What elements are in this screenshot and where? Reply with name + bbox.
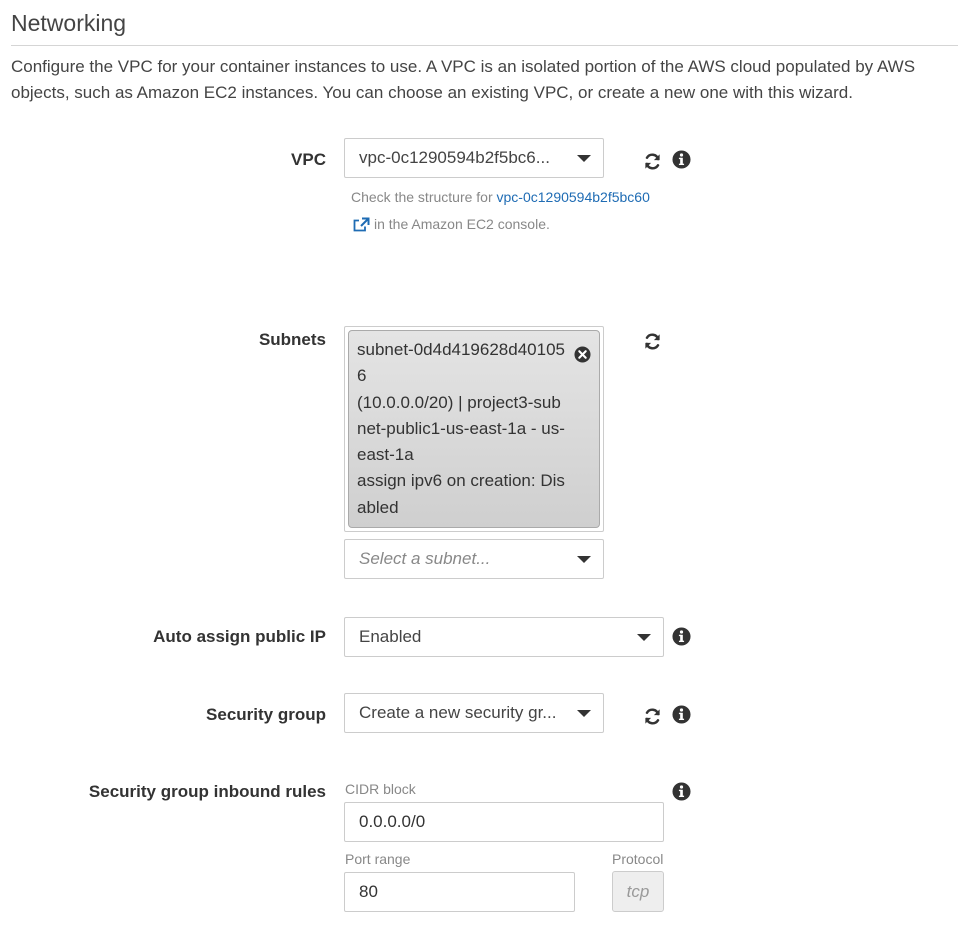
security-group-label: Security group [206,705,326,724]
subnets-label: Subnets [258,330,326,349]
section-description: Configure the VPC for your container ins… [11,57,916,102]
subnet-chip: subnet-0d4d419628d401056 (10.0.0.0/20) |… [348,330,600,528]
subnets-multiselect[interactable]: subnet-0d4d419628d401056 (10.0.0.0/20) |… [344,326,604,532]
info-icon[interactable] [672,627,691,646]
auto-assign-ip-select[interactable]: Enabled [344,617,664,657]
vpc-label: VPC [291,150,326,169]
auto-assign-ip-label: Auto assign public IP [153,627,326,646]
refresh-icon[interactable] [643,332,662,351]
info-icon[interactable] [672,150,691,169]
external-link-icon[interactable] [353,217,370,232]
vpc-help-prefix: Check the structure for [351,189,493,205]
section-divider [11,45,958,46]
protocol-label: Protocol [612,851,664,867]
subnet-chip-ipv6: assign ipv6 on creation: Disabled [357,471,565,517]
chevron-down-icon [577,155,591,162]
info-icon[interactable] [672,782,691,801]
security-group-value: Create a new security gr... [359,703,557,722]
chevron-down-icon [637,634,651,641]
chevron-down-icon [577,556,591,563]
refresh-icon[interactable] [643,707,662,726]
auto-assign-ip-value: Enabled [359,627,422,646]
section-title: Networking [11,10,127,36]
vpc-select[interactable]: vpc-0c1290594b2f5bc6... [344,138,604,178]
security-group-select[interactable]: Create a new security gr... [344,693,604,733]
inbound-rules-label: Security group inbound rules [88,782,326,801]
port-range-label: Port range [345,851,411,867]
refresh-icon[interactable] [643,152,662,171]
subnet-chip-detail: (10.0.0.0/20) | project3-subnet-public1-… [357,392,565,465]
subnet-chip-id: subnet-0d4d419628d401056 [357,340,565,386]
vpc-help-text: Check the structure for vpc-0c1290594b2f… [351,184,651,237]
vpc-help-suffix: in the Amazon EC2 console. [374,215,550,232]
cidr-block-label: CIDR block [345,781,416,797]
port-range-input[interactable]: 80 [344,872,575,912]
close-icon[interactable] [574,346,591,363]
vpc-select-value: vpc-0c1290594b2f5bc6... [359,148,550,167]
info-icon[interactable] [672,705,691,724]
protocol-field: tcp [612,871,664,912]
cidr-block-input[interactable]: 0.0.0.0/0 [344,802,664,842]
chevron-down-icon [577,710,591,717]
subnet-select[interactable]: Select a subnet... [344,539,604,579]
subnet-select-placeholder: Select a subnet... [359,549,491,568]
vpc-console-link[interactable]: vpc-0c1290594b2f5bc60 [497,189,650,205]
